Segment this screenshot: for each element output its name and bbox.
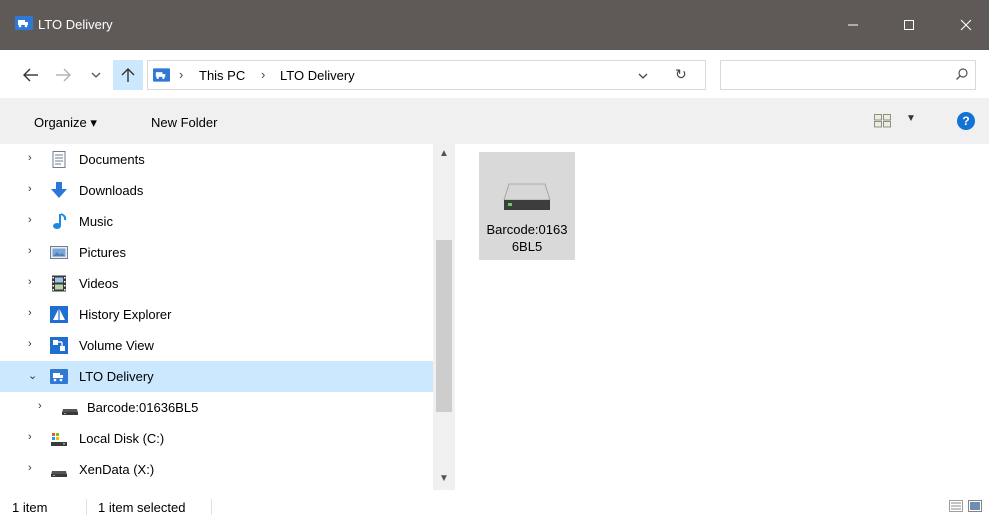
status-divider — [86, 499, 87, 515]
chevron-down-icon — [638, 73, 648, 79]
sidebar-item-label: Music — [79, 214, 113, 229]
volume-view-icon — [50, 337, 68, 354]
sidebar-item-label: XenData (X:) — [79, 462, 155, 477]
truck-icon — [50, 369, 68, 384]
address-bar[interactable]: › This PC › LTO Delivery ↻ — [147, 60, 706, 90]
minimize-button[interactable] — [830, 0, 876, 50]
breadcrumb-this-pc[interactable]: This PC — [199, 68, 245, 83]
sidebar-item-music[interactable]: › Music — [0, 206, 433, 237]
sidebar-item-label: Downloads — [79, 183, 144, 198]
window-title: LTO Delivery — [38, 17, 113, 32]
videos-icon — [52, 275, 66, 292]
help-button[interactable]: ? — [957, 112, 975, 130]
breadcrumb-separator[interactable]: › — [179, 67, 183, 82]
address-row: › This PC › LTO Delivery ↻ — [0, 50, 989, 98]
new-folder-button[interactable]: New Folder — [151, 115, 217, 130]
file-list: Barcode:01636BL5 — [458, 144, 989, 490]
search-icon — [956, 68, 968, 80]
downloads-icon — [51, 182, 67, 198]
scroll-thumb[interactable] — [436, 240, 452, 412]
details-view-icon[interactable] — [949, 500, 963, 512]
expand-chevron[interactable]: › — [28, 183, 38, 195]
sidebar-item-volume-view[interactable]: › Volume View — [0, 330, 433, 361]
collapse-chevron[interactable]: ⌄ — [28, 369, 38, 382]
expand-chevron[interactable]: › — [28, 431, 38, 443]
close-icon — [960, 19, 972, 31]
history-explorer-icon — [50, 306, 68, 323]
sidebar-item-xendata[interactable]: › XenData (X:) — [0, 454, 433, 485]
title-bar: LTO Delivery — [0, 0, 989, 50]
maximize-button[interactable] — [886, 0, 932, 50]
scroll-up-button[interactable]: ▲ — [439, 148, 449, 159]
large-icons-view-icon[interactable] — [968, 500, 982, 512]
close-button[interactable] — [943, 0, 989, 50]
sidebar-item-history-explorer[interactable]: › History Explorer — [0, 299, 433, 330]
file-item-label: Barcode:01636BL5 — [486, 222, 568, 254]
help-label: ? — [962, 114, 970, 128]
file-item-barcode[interactable]: Barcode:01636BL5 — [479, 152, 575, 260]
local-disk-icon — [51, 433, 67, 446]
organize-button[interactable]: Organize ▾ — [34, 115, 97, 131]
drive-icon — [51, 471, 67, 477]
forward-button[interactable] — [52, 64, 74, 86]
breadcrumb-lto-delivery[interactable]: LTO Delivery — [280, 68, 355, 83]
recent-locations-button[interactable] — [88, 64, 104, 86]
expand-chevron[interactable]: › — [28, 338, 38, 350]
expand-chevron[interactable]: › — [38, 400, 48, 412]
sidebar-item-pictures[interactable]: › Pictures — [0, 237, 433, 268]
chevron-down-icon — [91, 72, 101, 78]
truck-icon — [15, 16, 33, 30]
sidebar-item-label: LTO Delivery — [79, 369, 154, 384]
status-divider — [211, 499, 212, 515]
breadcrumb-separator[interactable]: › — [261, 67, 265, 82]
expand-chevron[interactable]: › — [28, 307, 38, 319]
maximize-icon — [904, 20, 914, 30]
expand-chevron[interactable]: › — [28, 214, 38, 226]
sidebar-item-label: Pictures — [79, 245, 126, 260]
sidebar-item-label: History Explorer — [79, 307, 172, 322]
sidebar-item-label: Barcode:01636BL5 — [87, 400, 199, 415]
item-count: 1 item — [12, 500, 48, 515]
sidebar-item-documents[interactable]: › Documents — [0, 144, 433, 175]
search-box[interactable] — [720, 60, 976, 90]
navigation-scrollbar[interactable]: ▲ ▼ — [433, 144, 455, 490]
sidebar-item-label: Local Disk (C:) — [79, 431, 165, 446]
sidebar-item-label: Volume View — [79, 338, 154, 353]
minimize-icon — [848, 24, 858, 26]
status-bar: 1 item 1 item selected — [0, 490, 989, 517]
sidebar-item-local-disk[interactable]: › Local Disk (C:) — [0, 423, 433, 454]
sidebar-item-label: Documents — [79, 152, 145, 167]
music-icon — [53, 213, 67, 229]
expand-chevron[interactable]: › — [28, 152, 38, 164]
up-button[interactable] — [113, 60, 143, 90]
expand-chevron[interactable]: › — [28, 462, 38, 474]
sidebar-item-downloads[interactable]: › Downloads — [0, 175, 433, 206]
arrow-right-icon — [56, 68, 71, 82]
change-view-icon[interactable] — [874, 114, 892, 128]
expand-chevron[interactable]: › — [28, 245, 38, 257]
selection-count: 1 item selected — [98, 500, 186, 515]
refresh-button[interactable]: ↻ — [675, 66, 687, 83]
view-options-dropdown[interactable]: ▼ — [906, 113, 916, 124]
sidebar-item-barcode[interactable]: › Barcode:01636BL5 — [0, 392, 433, 423]
command-bar: Organize ▾ New Folder ▼ ? — [0, 98, 989, 144]
scroll-down-button[interactable]: ▼ — [439, 473, 449, 484]
pictures-icon — [50, 246, 68, 259]
truck-icon — [153, 68, 170, 82]
expand-chevron[interactable]: › — [28, 276, 38, 288]
sidebar-item-label: Videos — [79, 276, 119, 291]
drive-icon — [62, 409, 78, 415]
documents-icon — [52, 151, 66, 168]
arrow-up-icon — [121, 68, 135, 82]
back-button[interactable] — [20, 64, 42, 86]
drive-icon — [503, 183, 551, 210]
sidebar-item-lto-delivery[interactable]: ⌄ LTO Delivery — [0, 361, 433, 392]
sidebar-item-videos[interactable]: › Videos — [0, 268, 433, 299]
address-history-button[interactable] — [638, 68, 648, 83]
arrow-left-icon — [23, 68, 38, 82]
navigation-pane: › Documents › Downloads › Music › Pictur… — [0, 144, 458, 490]
